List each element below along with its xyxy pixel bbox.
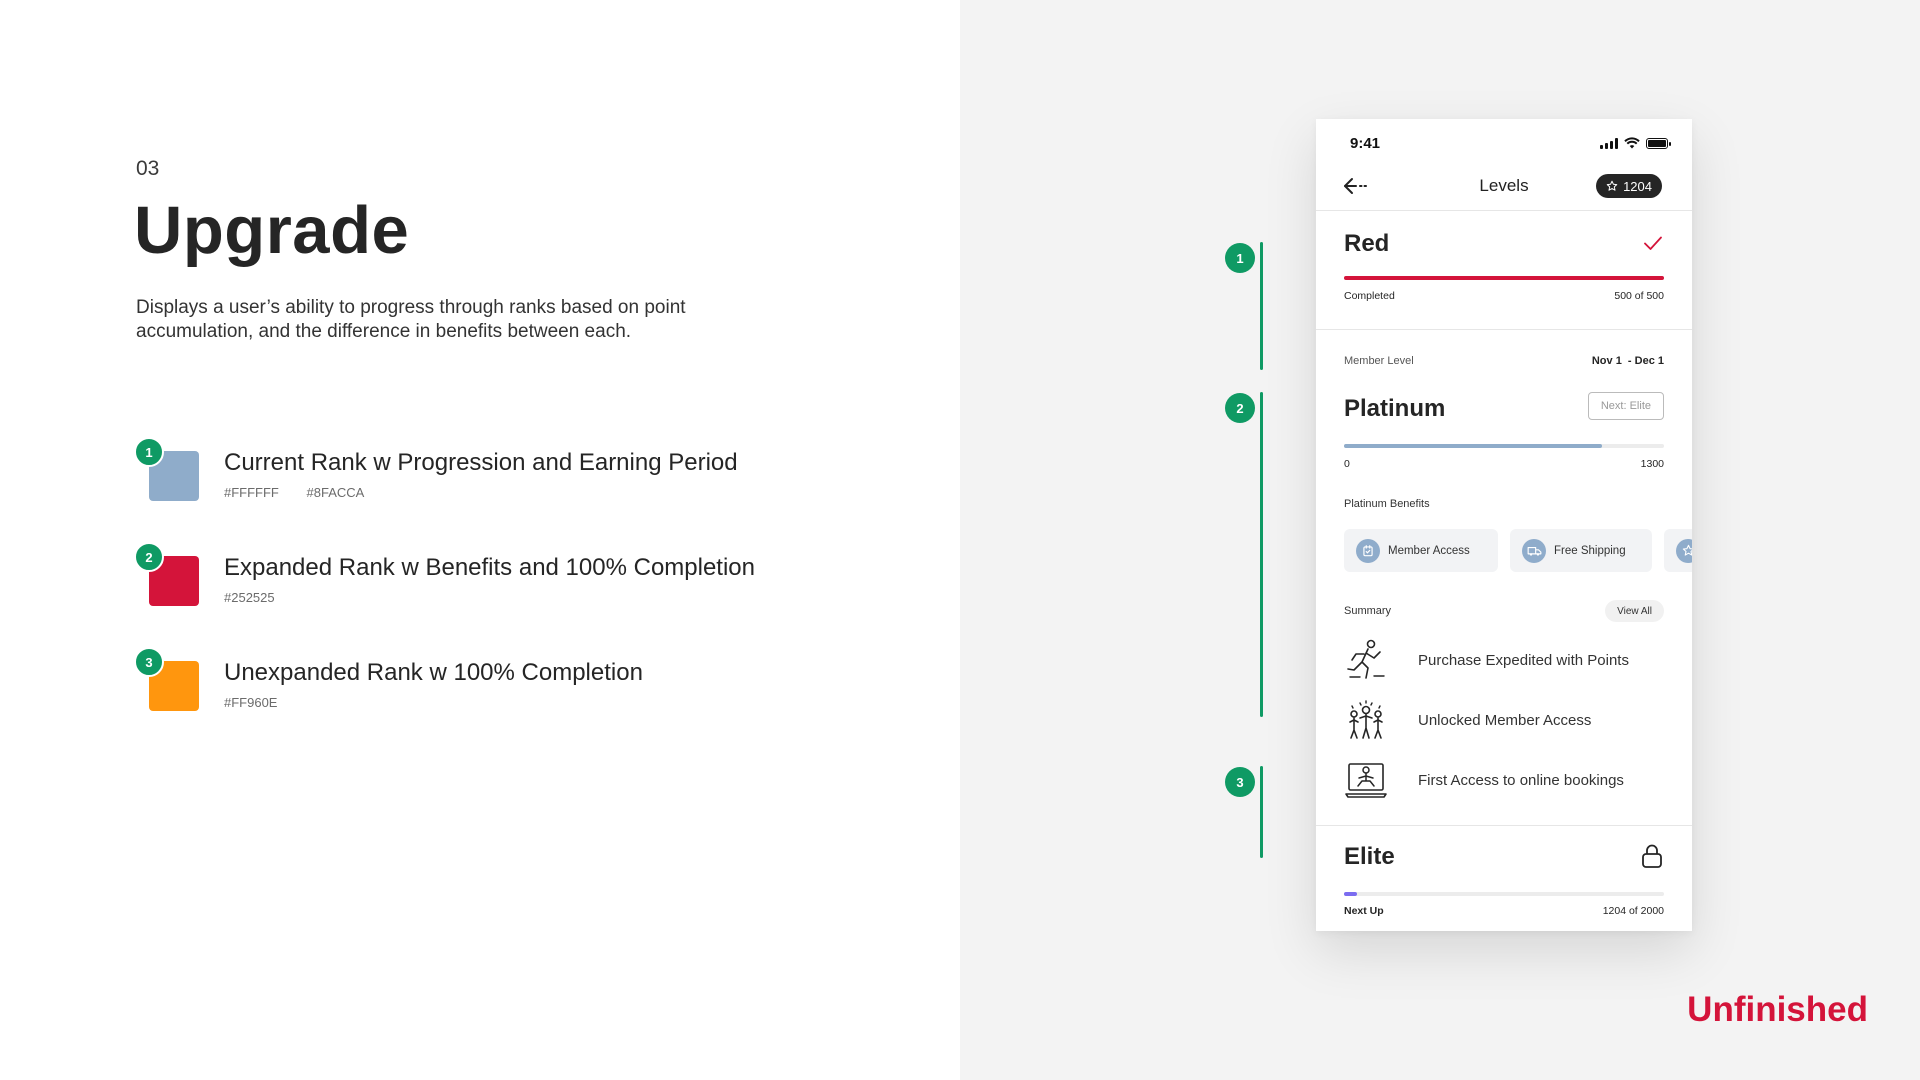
annotation-badge-2: 2	[1225, 393, 1255, 423]
elite-progress-fill	[1344, 892, 1357, 896]
points-badge[interactable]: 1204	[1596, 174, 1662, 198]
check-icon	[1644, 236, 1662, 250]
status-time: 9:41	[1350, 135, 1381, 152]
color-code: #FFFFFF	[224, 485, 279, 500]
divider	[1316, 329, 1692, 330]
truck-icon	[1527, 546, 1541, 556]
red-progress-bar	[1344, 276, 1664, 280]
red-progress-fill	[1344, 276, 1664, 280]
rank-name-red: Red	[1344, 230, 1390, 257]
progress-max: 1300	[1640, 458, 1664, 470]
legend-title: Expanded Rank w Benefits and 100% Comple…	[224, 554, 755, 581]
elite-progress-bar	[1344, 892, 1664, 896]
annotation-line-1	[1260, 242, 1263, 370]
points-value: 1204	[1623, 178, 1652, 194]
info-panel: 03 Upgrade Displays a user’s ability to …	[0, 0, 960, 1080]
divider	[1316, 210, 1692, 211]
platinum-progress-bar	[1344, 444, 1664, 448]
page-description: Displays a user’s ability to progress th…	[136, 297, 686, 342]
color-codes: #252525	[224, 590, 299, 605]
legend-item-3: 3 Unexpanded Rank w 100% Completion #FF9…	[134, 647, 856, 719]
member-card-icon	[1363, 544, 1373, 556]
red-status: Completed	[1344, 290, 1395, 302]
benefit-label: Member Access	[1388, 544, 1470, 557]
page-title: Upgrade	[134, 193, 410, 268]
battery-icon	[1646, 137, 1671, 149]
color-code: #FF960E	[224, 695, 278, 710]
divider	[1316, 825, 1692, 826]
annotation-line-3	[1260, 766, 1263, 858]
brand-logo: Unfinished	[1687, 990, 1868, 1029]
view-all-button[interactable]: View All	[1605, 600, 1664, 622]
benefit-chip-free-shipping[interactable]: Free Shipping	[1510, 529, 1652, 572]
annotation-line-2	[1260, 392, 1263, 717]
annotation-badge-3: 3	[1225, 767, 1255, 797]
color-codes: #FF960E	[224, 695, 301, 710]
platinum-progress-fill	[1344, 444, 1602, 448]
lock-icon	[1642, 844, 1662, 868]
phone-screen: 9:41 Levels 1204 Red Completed 500 of 50…	[1316, 119, 1692, 931]
benefit-chip-member-access[interactable]: Member Access	[1344, 529, 1498, 572]
group-people-icon	[1349, 700, 1383, 739]
number-badge: 3	[134, 647, 164, 677]
legend-item-1: 1 Current Rank w Progression and Earning…	[134, 437, 856, 509]
laptop-person-icon	[1345, 763, 1387, 798]
summary-item-text: First Access to online bookings	[1418, 772, 1624, 789]
summary-label: Summary	[1344, 605, 1392, 617]
benefit-chip-more[interactable]	[1664, 529, 1692, 572]
rank-name-elite: Elite	[1344, 843, 1395, 870]
number-badge: 1	[134, 437, 164, 467]
benefits-label: Platinum Benefits	[1344, 498, 1430, 510]
benefit-label: Free Shipping	[1554, 544, 1626, 557]
member-level-label: Member Level	[1344, 355, 1414, 367]
star-icon	[1682, 544, 1692, 556]
signal-icon	[1600, 137, 1618, 149]
star-icon	[1606, 180, 1618, 191]
status-icons	[1600, 137, 1671, 149]
legend-title: Unexpanded Rank w 100% Completion	[224, 659, 643, 686]
rank-name-platinum: Platinum	[1344, 395, 1446, 422]
color-code: #8FACCA	[306, 485, 365, 500]
next-level-button[interactable]: Next: Elite	[1587, 392, 1664, 420]
annotation-badge-1: 1	[1225, 243, 1255, 273]
progress-min: 0	[1344, 458, 1350, 470]
color-codes: #FFFFFF #8FACCA	[224, 485, 388, 500]
summary-item-text: Unlocked Member Access	[1418, 712, 1592, 729]
legend-item-2: 2 Expanded Rank w Benefits and 100% Comp…	[134, 542, 856, 614]
elite-count: 1204 of 2000	[1602, 905, 1664, 917]
back-arrow-icon[interactable]	[1342, 176, 1370, 196]
red-count: 500 of 500	[1614, 290, 1664, 302]
wifi-icon	[1624, 137, 1640, 149]
running-person-icon	[1347, 639, 1385, 679]
section-number: 03	[136, 157, 160, 180]
color-code: #252525	[224, 590, 275, 605]
earning-period: Nov 1 - Dec 1	[1591, 355, 1664, 367]
elite-status: Next Up	[1344, 905, 1384, 917]
summary-item-text: Purchase Expedited with Points	[1418, 652, 1629, 669]
legend-title: Current Rank w Progression and Earning P…	[224, 449, 738, 476]
number-badge: 2	[134, 542, 164, 572]
